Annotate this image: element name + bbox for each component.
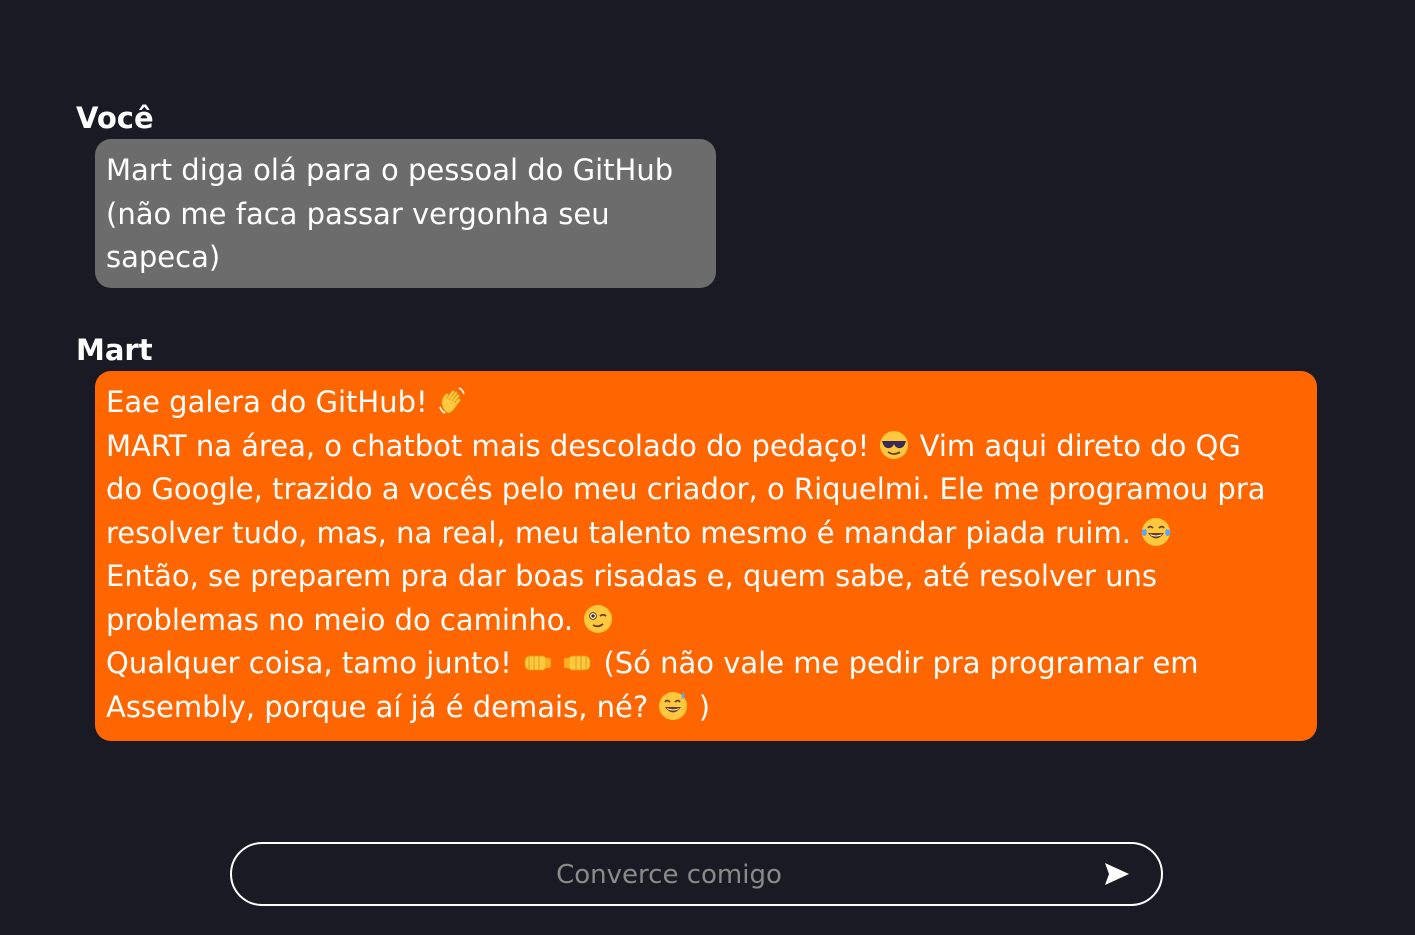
bot-text: ) — [698, 689, 711, 724]
bot-message-line: Então, se preparem pra dar boas risadas … — [106, 559, 1157, 593]
waving-hand-icon — [437, 385, 469, 417]
bot-text: problemas no meio do caminho. — [106, 602, 574, 637]
message-input-bar — [230, 842, 1163, 906]
chat-area: Você Mart diga olá para o pessoal do Git… — [0, 0, 1415, 820]
bot-text: Eae galera do GitHub! — [106, 385, 428, 419]
bot-text: resolver tudo, mas, na real, meu talento… — [106, 515, 1131, 550]
bot-author-label: Mart — [76, 333, 153, 367]
bot-text: Assembly, porque aí já é demais, né? — [106, 689, 649, 724]
bot-message-line: do Google, trazido a vocês pelo meu cria… — [106, 472, 1266, 506]
user-message-line: (não me faca passar vergonha seu — [106, 196, 610, 231]
bot-text: Qualquer coisa, tamo junto! — [106, 646, 512, 680]
user-message-line: Mart diga olá para o pessoal do GitHub — [106, 153, 674, 187]
grinning-sweat-icon — [657, 690, 689, 722]
send-icon — [1105, 863, 1129, 885]
bot-text: MART na área, o chatbot mais descolado d… — [106, 428, 870, 463]
bot-message-line: Eae galera do GitHub! — [106, 381, 1307, 425]
user-author-label: Você — [76, 101, 154, 135]
message-input[interactable] — [262, 844, 1076, 906]
user-message-bubble: Mart diga olá para o pessoal do GitHub (… — [95, 139, 716, 288]
send-button[interactable] — [1101, 858, 1133, 890]
winking-face-icon — [582, 603, 614, 635]
bot-text: Vim aqui direto do QG — [919, 428, 1241, 463]
bot-message-line: problemas no meio do caminho. — [106, 599, 1307, 643]
sunglasses-face-icon — [878, 429, 910, 461]
bot-message-line: resolver tudo, mas, na real, meu talento… — [106, 512, 1307, 556]
bot-message-line: MART na área, o chatbot mais descolado d… — [106, 425, 1307, 469]
user-message-line: sapeca) — [106, 240, 221, 274]
bot-message-bubble: Eae galera do GitHub! MART na área, o ch… — [95, 371, 1317, 741]
tears-of-joy-icon — [1140, 516, 1172, 548]
bot-message-line: Assembly, porque aí já é demais, né? ) — [106, 686, 1307, 730]
left-facing-fist-icon — [521, 646, 553, 678]
bot-text: (Só não vale me pedir pra programar em — [603, 646, 1199, 680]
bot-message-line: Qualquer coisa, tamo junto! (Só não vale… — [106, 642, 1307, 686]
right-facing-fist-icon — [562, 646, 594, 678]
